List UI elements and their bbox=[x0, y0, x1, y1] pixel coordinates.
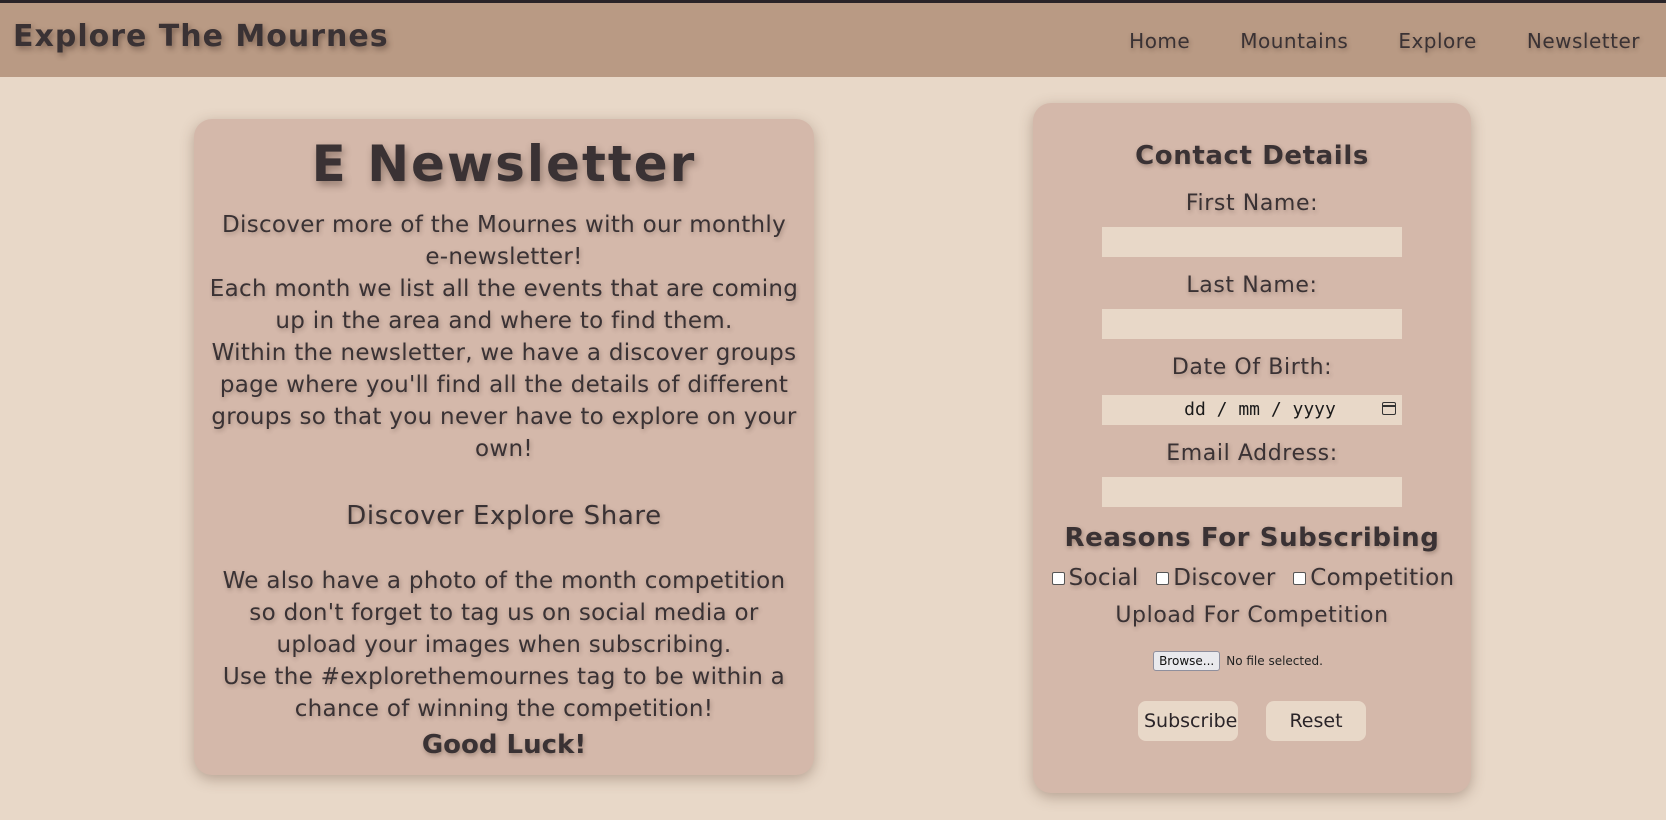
newsletter-title: E Newsletter bbox=[311, 135, 697, 193]
newsletter-sign-off: Good Luck! bbox=[421, 730, 587, 760]
newsletter-intro-line2: Each month we list all the events that a… bbox=[209, 276, 799, 334]
newsletter-intro-line1: Discover more of the Mournes with our mo… bbox=[222, 212, 786, 270]
last-name-input[interactable] bbox=[1102, 309, 1402, 339]
reset-button[interactable]: Reset bbox=[1266, 701, 1366, 741]
competition-checkbox[interactable] bbox=[1293, 572, 1307, 585]
discover-checkbox[interactable] bbox=[1156, 572, 1170, 585]
nav-home-link[interactable]: Home bbox=[1129, 29, 1190, 53]
nav-mountains-link[interactable]: Mountains bbox=[1240, 29, 1348, 53]
email-label: Email Address: bbox=[1166, 441, 1338, 466]
competition-line2: Use the #explorethemournes tag to be wit… bbox=[222, 664, 786, 722]
email-input[interactable] bbox=[1102, 477, 1402, 507]
nav-newsletter-link[interactable]: Newsletter bbox=[1527, 29, 1640, 53]
reasons-title: Reasons For Subscribing bbox=[1064, 523, 1440, 553]
competition-checkbox-label[interactable]: Competition bbox=[1310, 565, 1454, 591]
file-upload-field: Browse... No file selected. bbox=[1019, 651, 1457, 671]
newsletter-tagline: Discover Explore Share bbox=[346, 501, 662, 531]
social-checkbox[interactable] bbox=[1051, 572, 1065, 585]
file-status-text: No file selected. bbox=[1226, 654, 1323, 668]
newsletter-info-card: E Newsletter Discover more of the Mourne… bbox=[194, 119, 814, 775]
upload-label: Upload For Competition bbox=[1115, 603, 1389, 628]
competition-line1: We also have a photo of the month compet… bbox=[222, 568, 786, 658]
form-buttons: Subscribe Reset bbox=[1033, 701, 1471, 741]
site-title[interactable]: Explore The Mournes bbox=[13, 19, 389, 54]
dob-date-input[interactable]: dd / mm / yyyy bbox=[1102, 395, 1402, 425]
discover-checkbox-label[interactable]: Discover bbox=[1173, 565, 1275, 591]
calendar-icon[interactable] bbox=[1382, 402, 1396, 415]
contact-form-title: Contact Details bbox=[1135, 141, 1369, 171]
nav-explore-link[interactable]: Explore bbox=[1398, 29, 1477, 53]
site-header: Explore The Mournes Home Mountains Explo… bbox=[0, 3, 1666, 77]
first-name-label: First Name: bbox=[1185, 191, 1319, 216]
newsletter-competition-text: We also have a photo of the month compet… bbox=[209, 565, 799, 725]
dob-placeholder: dd / mm / yyyy bbox=[1184, 399, 1336, 420]
last-name-label: Last Name: bbox=[1186, 273, 1318, 298]
newsletter-groups-text: Within the newsletter, we have a discove… bbox=[211, 340, 797, 462]
newsletter-intro: Discover more of the Mournes with our mo… bbox=[209, 209, 799, 465]
subscribe-button[interactable]: Subscribe bbox=[1138, 701, 1238, 741]
contact-form-card: Contact Details First Name: Last Name: D… bbox=[1033, 103, 1471, 793]
first-name-input[interactable] bbox=[1102, 227, 1402, 257]
dob-label: Date Of Birth: bbox=[1171, 355, 1333, 380]
browse-button[interactable]: Browse... bbox=[1153, 651, 1221, 671]
social-checkbox-label[interactable]: Social bbox=[1069, 565, 1139, 591]
reasons-checkbox-group: Social Discover Competition bbox=[1033, 563, 1471, 593]
main-nav: Home Mountains Explore Newsletter bbox=[1079, 29, 1640, 53]
